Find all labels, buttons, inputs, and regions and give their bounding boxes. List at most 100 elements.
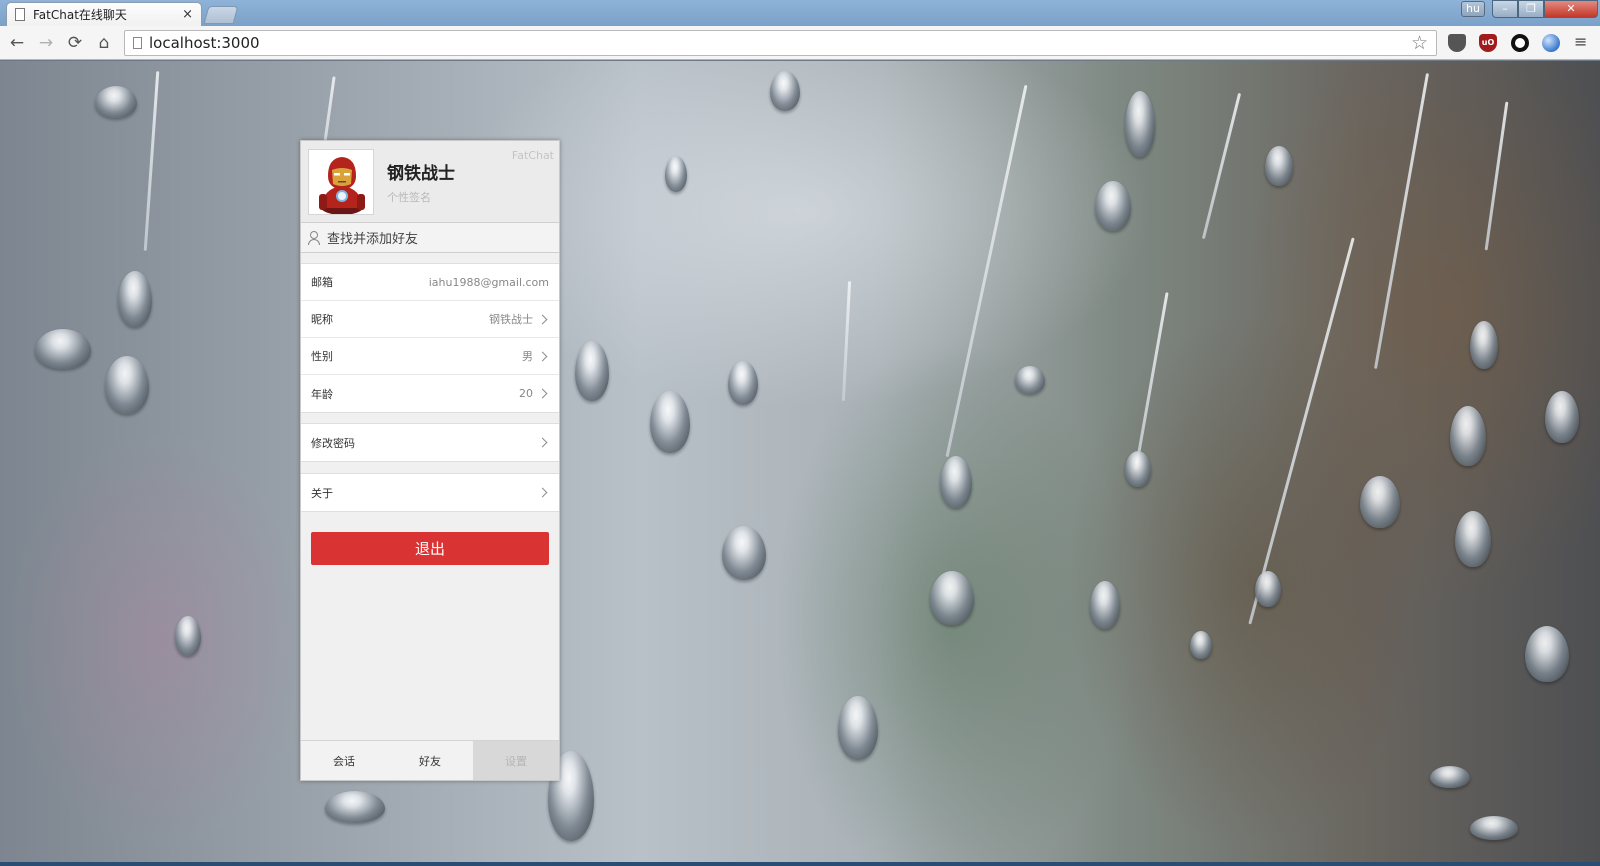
water-drop [665,156,687,192]
water-drop [325,791,385,823]
water-drop [1190,631,1212,659]
water-drop [1430,766,1470,788]
row-nickname[interactable]: 昵称 钢铁战士 [301,301,559,338]
water-drop [1545,391,1579,443]
row-email: 邮箱 iahu1988@gmail.com [301,264,559,301]
page-icon [133,37,142,49]
search-placeholder: 查找并添加好友 [327,232,419,247]
water-drop [175,616,201,656]
row-age[interactable]: 年龄 20 [301,375,559,412]
gender-value: 男 [522,350,533,363]
app-brand: FatChat [511,149,554,162]
page-icon [15,8,25,21]
water-drop [1255,571,1281,607]
chevron-right-icon [537,388,548,399]
add-friend-search[interactable]: 查找并添加好友 [301,223,559,253]
row-gender[interactable]: 性别 男 [301,338,559,375]
rain-streak [945,84,1028,458]
water-drop [575,341,609,401]
browser-toolbar: ← → ⟳ ⌂ localhost:3000 ☆ uO ≡ [0,26,1600,60]
water-drop [1265,146,1293,186]
address-bar[interactable]: localhost:3000 ☆ [124,30,1437,56]
pocket-icon[interactable] [1448,34,1466,52]
browser-tab-fatchat[interactable]: FatChat在线聊天 × [6,2,202,26]
water-drop [770,71,800,111]
globe-icon[interactable] [1542,34,1560,52]
water-drop [1450,406,1486,466]
bottom-tab-bar: 会话 好友 设置 [301,740,559,780]
ring-icon[interactable] [1511,34,1529,52]
page-background [0,61,1600,862]
reload-icon[interactable]: ⟳ [64,32,86,54]
row-label: 年龄 [311,387,333,401]
back-arrow-icon[interactable]: ← [6,32,28,54]
water-drop [1125,451,1151,487]
nickname-value: 钢铁战士 [489,313,533,326]
water-drop [35,329,91,369]
tab-conversations[interactable]: 会话 [301,741,387,780]
profile-header: FatChat 钢铁战士 个性签名 [301,141,559,223]
row-label: 修改密码 [311,436,355,450]
forward-arrow-icon[interactable]: → [35,32,57,54]
about-group: 关于 [301,473,559,512]
rain-streak [1134,292,1169,470]
rain-streak [1248,237,1355,625]
os-taskbar [0,862,1600,866]
water-drop [1455,511,1491,567]
tab-close-icon[interactable]: × [182,7,193,22]
water-drop [118,271,152,327]
tab-friends[interactable]: 好友 [387,741,473,780]
user-icon [307,230,321,246]
ublock-icon[interactable]: uO [1479,34,1497,52]
water-drop [1125,91,1155,157]
maximize-button[interactable]: ❐ [1518,0,1544,18]
rain-streak [841,281,852,401]
water-drop [722,526,766,580]
water-drop [838,696,878,760]
age-value: 20 [519,387,533,400]
row-about[interactable]: 关于 [301,474,559,511]
window-titlebar: FatChat在线聊天 × hu – ❐ ✕ [0,0,1600,26]
water-drop [95,86,137,118]
rain-streak [1484,101,1509,251]
water-drop [1015,366,1045,394]
water-drop [1470,816,1518,840]
water-drop [1470,321,1498,369]
water-drop [930,571,974,625]
water-drop [1360,476,1400,528]
chevron-right-icon [537,351,548,361]
profile-info-list: 邮箱 iahu1988@gmail.com 昵称 钢铁战士 性别 男 年龄 20 [301,263,559,413]
url-text[interactable]: localhost:3000 [149,34,260,52]
water-drop [940,456,972,508]
tab-settings[interactable]: 设置 [473,741,559,780]
password-group: 修改密码 [301,423,559,462]
water-drop [650,391,690,453]
bookmark-star-icon[interactable]: ☆ [1411,32,1428,54]
chevron-right-icon [537,437,548,448]
row-label: 性别 [311,350,333,363]
profile-nickname: 钢铁战士 [387,164,455,184]
minimize-button[interactable]: – [1492,0,1518,18]
water-drop [1095,181,1131,231]
signature-field[interactable]: 个性签名 [387,189,431,205]
row-label: 邮箱 [311,276,333,289]
water-drop [1090,581,1120,629]
row-change-password[interactable]: 修改密码 [301,424,559,461]
fatchat-panel: FatChat 钢铁战士 个性签名 查找并添加好友 邮箱 iahu1988@gm… [300,140,560,781]
new-tab-button[interactable] [203,6,239,24]
avatar[interactable] [308,149,374,215]
home-icon[interactable]: ⌂ [93,32,115,54]
water-drop [105,356,149,414]
iron-man-avatar-icon [309,150,373,214]
rain-streak [143,71,160,251]
close-window-button[interactable]: ✕ [1544,0,1598,18]
row-label: 关于 [311,486,333,500]
chevron-right-icon [537,314,548,324]
water-drop [1525,626,1569,682]
rain-streak [1201,92,1242,240]
profile-badge[interactable]: hu [1461,1,1485,17]
email-value: iahu1988@gmail.com [428,275,549,289]
water-drop [728,361,758,405]
logout-button[interactable]: 退出 [311,532,549,565]
menu-icon[interactable]: ≡ [1574,34,1590,50]
